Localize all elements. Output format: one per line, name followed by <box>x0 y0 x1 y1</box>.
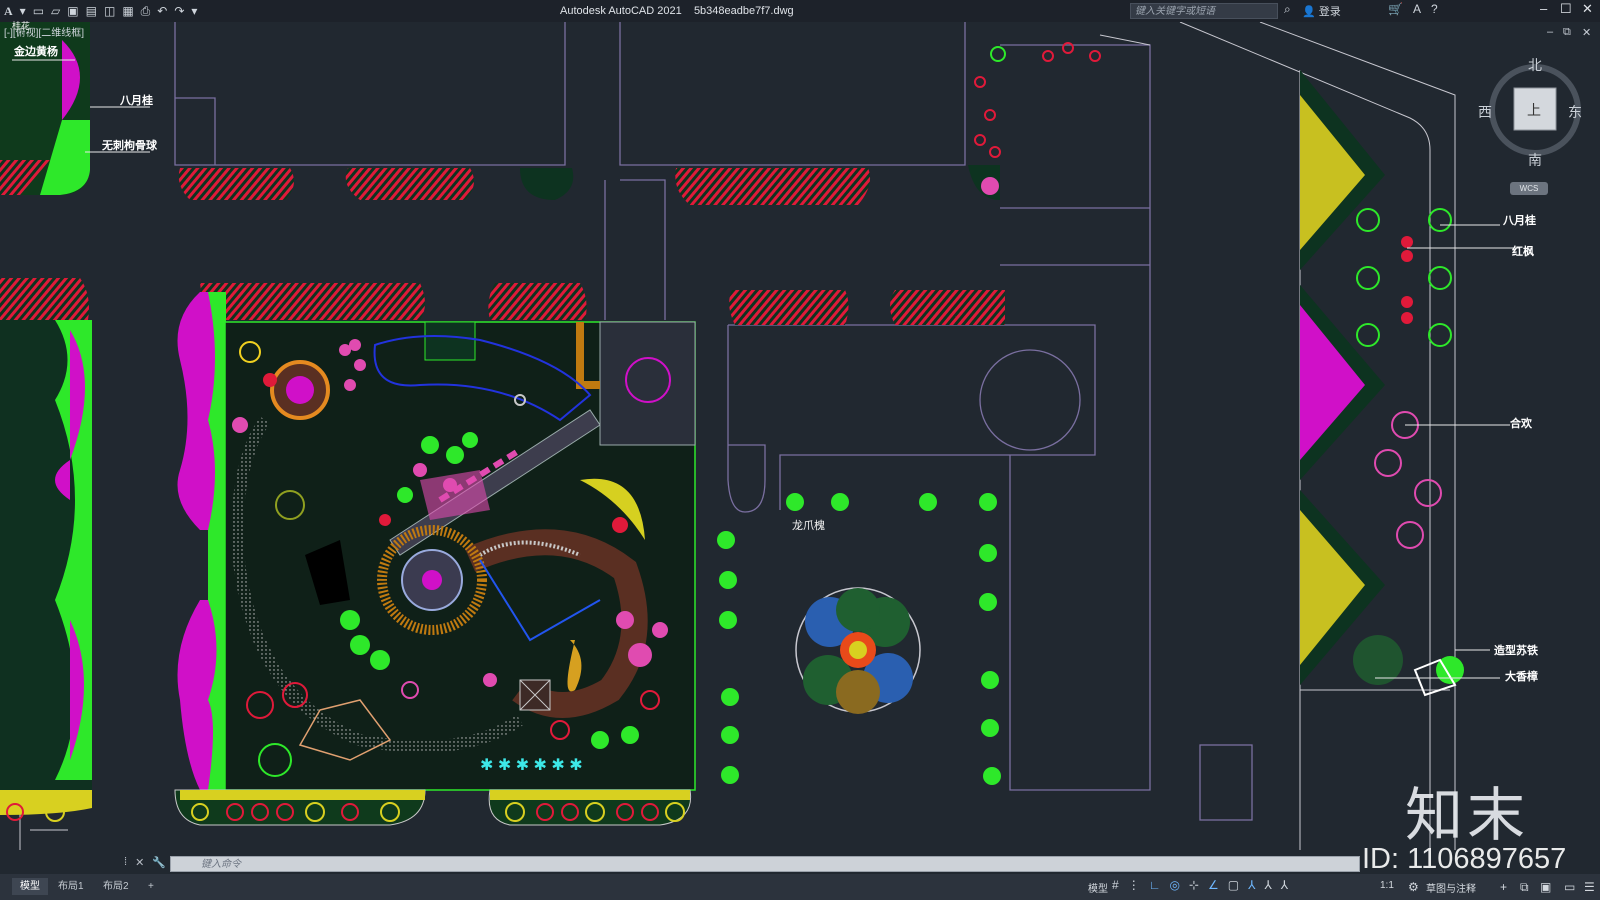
pink-shrub <box>981 177 999 195</box>
annotation-scale[interactable]: 1:1 <box>1380 880 1394 891</box>
label-daxiangzhang: 大香樟 <box>1505 670 1538 683</box>
hardware-accel-icon[interactable]: ▣ <box>1540 880 1551 894</box>
title-bar: A ▾ ▭ ▱ ▣ ▤ ◫ ▦ ⎙ ↶ ↷ ▾ Autodesk AutoCAD… <box>0 0 1600 22</box>
command-input[interactable]: 键入命令 <box>170 856 1360 872</box>
viewcube-south[interactable]: 南 <box>1528 150 1542 170</box>
cart-icon[interactable]: 🛒 <box>1388 2 1403 16</box>
drag-handle-icon[interactable]: ⁞ <box>124 856 127 869</box>
watermark-brand: 知末 <box>1405 781 1530 849</box>
green-shrub <box>990 46 1006 62</box>
central-park-plan <box>224 321 696 791</box>
grid-icon[interactable]: # <box>1112 878 1119 892</box>
planting-bed-left <box>0 292 226 815</box>
publish-icon[interactable]: ◫ <box>104 0 115 22</box>
new-icon[interactable]: ▭ <box>33 0 44 22</box>
undo-icon[interactable]: ↶ <box>157 0 167 22</box>
hedge-beds-top <box>0 165 1005 325</box>
otrack-icon[interactable]: ▢ <box>1228 878 1239 892</box>
label-hongfeng: 红枫 <box>1512 245 1534 258</box>
label-bayuegui-left: 八月桂 <box>120 94 153 107</box>
customize-status-icon[interactable]: ☰ <box>1584 880 1595 894</box>
workspace-switcher[interactable]: 草图与注释 <box>1426 880 1476 895</box>
polar-icon[interactable]: ◎ <box>1169 878 1179 892</box>
search-input[interactable]: 键入关键字或短语 <box>1130 3 1278 19</box>
a360-icon[interactable]: A <box>1413 2 1421 16</box>
plot-icon[interactable]: ▦ <box>122 0 133 22</box>
svg-text:✱ ✱ ✱ ✱ ✱ ✱: ✱ ✱ ✱ ✱ ✱ ✱ <box>480 757 583 774</box>
file-name: 5b348eadbe7f7.dwg <box>693 5 794 17</box>
top-right-icons: 🛒 A ? <box>1388 2 1438 16</box>
label-zaoxing-sutie: 造型苏铁 <box>1494 644 1538 657</box>
window-title: Autodesk AutoCAD 2021 5b348eadbe7f7.dwg <box>560 0 794 22</box>
search-icon[interactable]: ⌕ <box>1284 2 1291 17</box>
tab-model[interactable]: 模型 <box>12 878 48 895</box>
save-as-icon[interactable]: ▤ <box>86 0 97 22</box>
add-layout-icon[interactable]: + <box>140 878 162 895</box>
viewcube-top-face[interactable]: 上 <box>1527 100 1541 120</box>
label-longzhuahuai: 龙爪槐 <box>792 519 825 532</box>
command-line-controls: ⁞ ✕ 🔧 <box>124 856 166 869</box>
print-icon[interactable]: ⎙ <box>141 0 151 22</box>
tab-layout2[interactable]: 布局2 <box>95 878 137 895</box>
isodraft-icon[interactable]: ⊹ <box>1189 878 1199 892</box>
help-icon[interactable]: ? <box>1431 2 1438 16</box>
annotation-scale-icon[interactable]: ⅄ <box>1281 878 1288 892</box>
close-icon[interactable]: ✕ <box>1582 1 1593 17</box>
status-bar <box>0 874 1600 900</box>
label-wuci-gouguqiu: 无刺枸骨球 <box>102 139 157 152</box>
isolate-icon[interactable]: ⧉ <box>1520 880 1529 895</box>
right-tree-symbols <box>1353 208 1464 697</box>
close-command-icon[interactable]: ✕ <box>135 856 144 869</box>
redo-icon[interactable]: ↷ <box>174 0 184 22</box>
model-space-button[interactable]: 模型 <box>1088 880 1108 895</box>
viewcube-north[interactable]: 北 <box>1528 55 1542 75</box>
label-jinbian-huangyang: 金边黄杨 <box>14 45 58 58</box>
settings-gear-icon[interactable]: ⚙ <box>1408 880 1419 894</box>
login-button[interactable]: 👤 登录 <box>1302 3 1341 19</box>
label-hehuan: 合欢 <box>1510 417 1532 430</box>
label-corner-tag: 桂花 <box>12 22 31 32</box>
ortho-icon[interactable]: ∟ <box>1149 878 1161 892</box>
maximize-icon[interactable]: ☐ <box>1560 1 1572 17</box>
viewcube-east[interactable]: 东 <box>1568 102 1582 122</box>
viewcube-west[interactable]: 西 <box>1478 102 1492 122</box>
watermark-id: ID: 1106897657 <box>1362 843 1567 875</box>
save-icon[interactable]: ▣ <box>67 0 78 22</box>
add-icon[interactable]: + <box>1500 880 1507 894</box>
label-bayuegui-right: 八月桂 <box>1503 214 1536 227</box>
drawing-canvas[interactable]: ✱ ✱ ✱ ✱ ✱ ✱ <box>0 22 1600 850</box>
wcs-menu[interactable]: WCS <box>1510 182 1548 195</box>
annotation-autoscale-icon[interactable]: ⅄ <box>1264 878 1271 892</box>
login-label: 登录 <box>1318 6 1341 18</box>
minimize-icon[interactable]: – <box>1540 1 1547 16</box>
app-title: Autodesk AutoCAD 2021 <box>560 5 682 17</box>
status-toggles: # ⋮ ∟ ◎ ⊹ ∠ ▢ ⅄ ⅄ ⅄ <box>1112 878 1288 892</box>
osnap-icon[interactable]: ∠ <box>1208 878 1219 892</box>
customize-command-icon[interactable]: 🔧 <box>152 856 166 869</box>
tab-layout1[interactable]: 布局1 <box>50 878 92 895</box>
customize-icon[interactable]: ▾ <box>191 0 197 22</box>
circular-planter <box>795 587 921 714</box>
fullscreen-icon[interactable]: ▭ <box>1564 880 1575 894</box>
open-icon[interactable]: ▱ <box>51 0 60 22</box>
right-hedge-triangles <box>1300 70 1385 685</box>
annotation-visibility-icon[interactable]: ⅄ <box>1248 878 1255 892</box>
snap-icon[interactable]: ⋮ <box>1128 878 1140 892</box>
